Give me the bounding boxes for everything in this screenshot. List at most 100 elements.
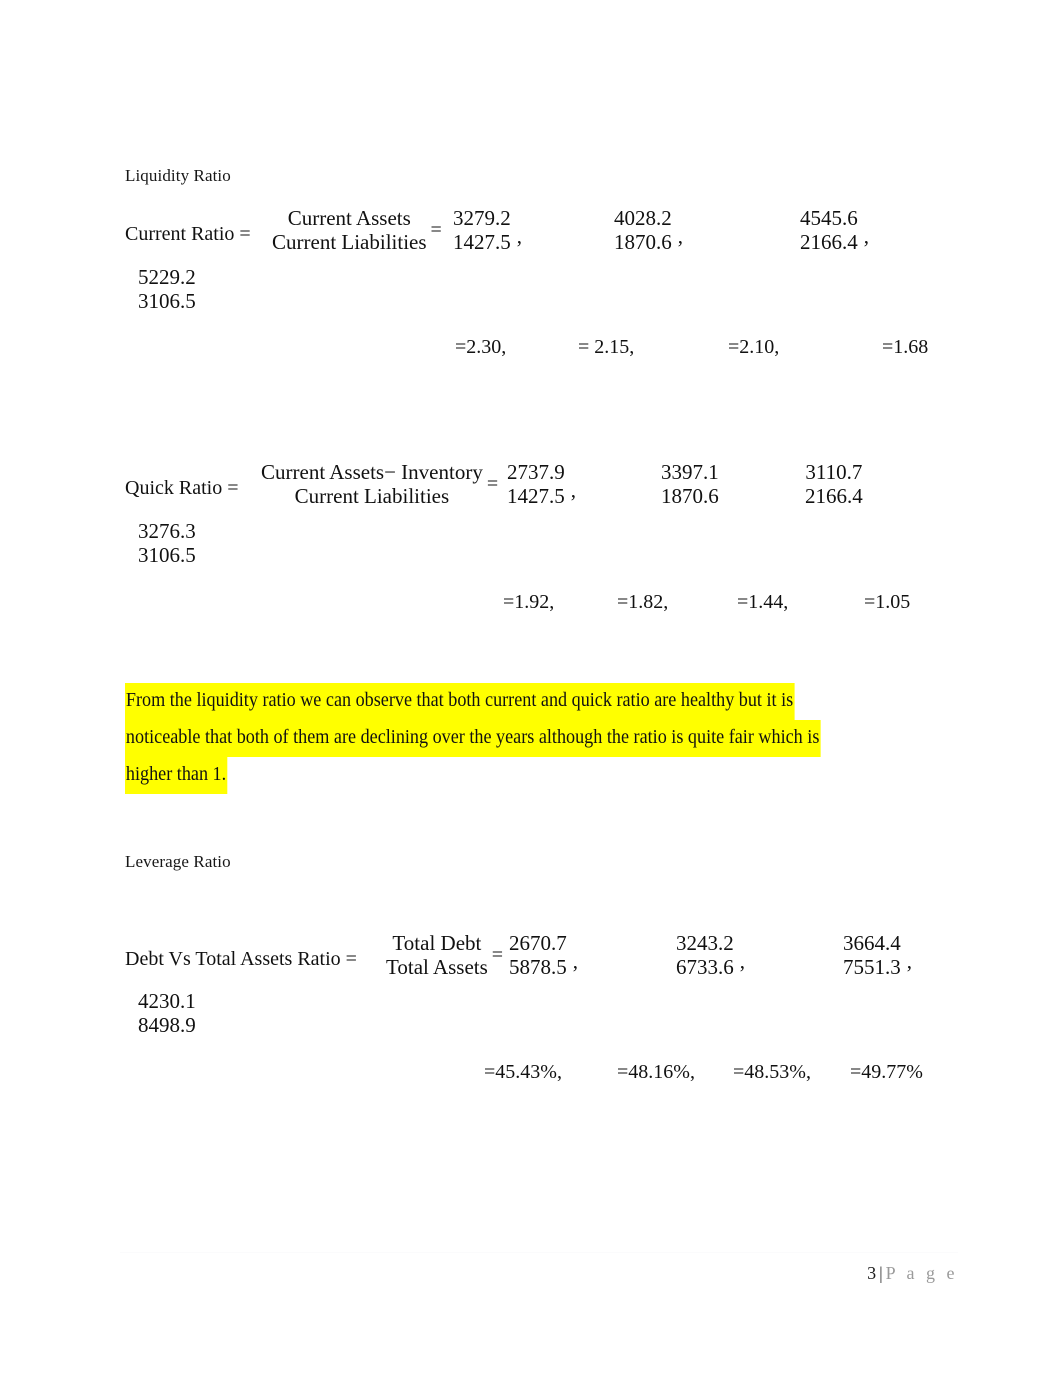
fraction-numerator: Current Assets− Inventory: [261, 460, 483, 484]
commentary-line-text: noticeable that both of them are declini…: [125, 720, 821, 757]
fraction-denominator: 2166.4: [800, 229, 858, 254]
footer-divider: [120, 1252, 958, 1253]
result-debt-ratio-4: =49.77%: [850, 1061, 923, 1083]
fraction: 2670.7 5878.5: [509, 931, 567, 979]
fraction-numerator: 3276.3: [138, 519, 196, 543]
fraction-denominator: Current Liabilities: [294, 483, 450, 508]
fraction: 3279.2 1427.5: [453, 206, 511, 254]
fraction-denominator: 3106.5: [138, 542, 196, 567]
fraction-separator: ,: [863, 224, 869, 249]
fraction-current-ratio-1: 3279.2 1427.5 ,: [453, 206, 522, 254]
fraction-current-ratio-3: 4545.6 2166.4 ,: [800, 206, 869, 254]
fraction: 4028.2 1870.6: [614, 206, 672, 254]
result-quick-ratio-3: =1.44,: [737, 591, 789, 613]
fraction-denominator: 6733.6: [676, 954, 734, 979]
fraction-current-ratio-2: 4028.2 1870.6 ,: [614, 206, 683, 254]
document-page: Liquidity Ratio Current Ratio = Current …: [0, 0, 1062, 1377]
fraction-separator: ,: [516, 224, 522, 249]
fraction-quick-ratio-3: 3110.7 2166.4: [805, 460, 863, 508]
fraction-quick-ratio-4: 3276.3 3106.5: [138, 519, 196, 567]
commentary-line: noticeable that both of them are declini…: [125, 720, 955, 757]
footer-separator: |: [879, 1263, 883, 1283]
formula-label-quick-ratio: Quick Ratio =: [125, 477, 239, 499]
fraction-debt-ratio-3: 3664.4 7551.3 ,: [843, 931, 912, 979]
formula-current-ratio-expression: Current Assets Current Liabilities =: [272, 206, 446, 254]
commentary-line-text: From the liquidity ratio we can observe …: [125, 683, 795, 720]
result-debt-ratio-1: =45.43%,: [484, 1061, 562, 1083]
fraction-numerator: 3110.7: [805, 460, 863, 484]
section-heading-liquidity: Liquidity Ratio: [125, 166, 231, 185]
result-current-ratio-4: =1.68: [882, 336, 929, 358]
footer-page-label: P a g e: [885, 1263, 958, 1283]
fraction-separator: ,: [739, 949, 745, 974]
fraction: 3276.3 3106.5: [138, 519, 196, 567]
result-current-ratio-1: =2.30,: [455, 336, 507, 358]
fraction: 4230.1 8498.9: [138, 989, 196, 1037]
section-heading-leverage: Leverage Ratio: [125, 852, 231, 871]
fraction-numerator: 3243.2: [676, 931, 734, 955]
fraction-expression: Current Assets− Inventory Current Liabil…: [261, 460, 483, 508]
fraction-denominator: 1870.6: [661, 483, 719, 508]
fraction-numerator: Current Assets: [287, 206, 411, 230]
fraction-numerator: 4028.2: [614, 206, 672, 230]
fraction-expression: Total Debt Total Assets: [386, 931, 488, 979]
result-debt-ratio-2: =48.16%,: [617, 1061, 695, 1083]
result-quick-ratio-4: =1.05: [864, 591, 911, 613]
fraction-debt-ratio-2: 3243.2 6733.6 ,: [676, 931, 745, 979]
commentary-line: higher than 1.: [125, 757, 955, 794]
fraction-denominator: Total Assets: [386, 954, 488, 979]
fraction-denominator: 3106.5: [138, 288, 196, 313]
fraction-denominator: 7551.3: [843, 954, 901, 979]
fraction: 3397.1 1870.6: [661, 460, 719, 508]
fraction-numerator: Total Debt: [392, 931, 482, 955]
commentary-line-text: higher than 1.: [125, 757, 228, 794]
fraction: 2737.9 1427.5: [507, 460, 565, 508]
fraction-denominator: 2166.4: [805, 483, 863, 508]
fraction-debt-ratio-1: 2670.7 5878.5 ,: [509, 931, 578, 979]
fraction-denominator: 1427.5: [507, 483, 565, 508]
fraction: 3243.2 6733.6: [676, 931, 734, 979]
footer-page-number: 3: [867, 1263, 877, 1283]
fraction-denominator: 8498.9: [138, 1012, 196, 1037]
formula-debt-ratio-expression: Total Debt Total Assets =: [386, 931, 507, 979]
fraction-separator: ,: [572, 949, 578, 974]
fraction-numerator: 4230.1: [138, 989, 196, 1013]
fraction-denominator: 5878.5: [509, 954, 567, 979]
fraction: 3110.7 2166.4: [805, 460, 863, 508]
fraction-quick-ratio-1: 2737.9 1427.5 ,: [507, 460, 576, 508]
formula-quick-ratio-expression: Current Assets− Inventory Current Liabil…: [261, 460, 502, 508]
equals-sign: =: [486, 473, 499, 496]
fraction-numerator: 3397.1: [661, 460, 719, 484]
fraction: 3664.4 7551.3: [843, 931, 901, 979]
commentary-line: From the liquidity ratio we can observe …: [125, 683, 955, 720]
fraction-denominator: 1870.6: [614, 229, 672, 254]
fraction-quick-ratio-2: 3397.1 1870.6: [661, 460, 719, 508]
fraction-numerator: 3664.4: [843, 931, 901, 955]
fraction-denominator: 1427.5: [453, 229, 511, 254]
formula-label-current-ratio: Current Ratio =: [125, 223, 251, 245]
fraction: 5229.2 3106.5: [138, 265, 196, 313]
fraction-current-ratio-4: 5229.2 3106.5: [138, 265, 196, 313]
result-current-ratio-3: =2.10,: [728, 336, 780, 358]
fraction-expression: Current Assets Current Liabilities: [272, 206, 427, 254]
fraction-numerator: 4545.6: [800, 206, 858, 230]
liquidity-commentary-paragraph: From the liquidity ratio we can observe …: [125, 683, 955, 794]
fraction-numerator: 2737.9: [507, 460, 565, 484]
fraction-numerator: 2670.7: [509, 931, 567, 955]
fraction: 4545.6 2166.4: [800, 206, 858, 254]
equals-sign: =: [430, 219, 442, 242]
fraction-separator: ,: [570, 478, 576, 503]
formula-label-debt-vs-total-assets: Debt Vs Total Assets Ratio =: [125, 948, 357, 970]
fraction-numerator: 3279.2: [453, 206, 511, 230]
equals-sign: =: [491, 944, 504, 967]
fraction-denominator: Current Liabilities: [272, 229, 427, 254]
result-quick-ratio-1: =1.92,: [503, 591, 555, 613]
result-debt-ratio-3: =48.53%,: [733, 1061, 811, 1083]
fraction-separator: ,: [677, 224, 683, 249]
result-quick-ratio-2: =1.82,: [617, 591, 669, 613]
result-current-ratio-2: = 2.15,: [578, 336, 635, 358]
fraction-separator: ,: [906, 949, 912, 974]
fraction-debt-ratio-4: 4230.1 8498.9: [138, 989, 196, 1037]
fraction-numerator: 5229.2: [138, 265, 196, 289]
footer: 3 | P a g e: [120, 1263, 958, 1284]
